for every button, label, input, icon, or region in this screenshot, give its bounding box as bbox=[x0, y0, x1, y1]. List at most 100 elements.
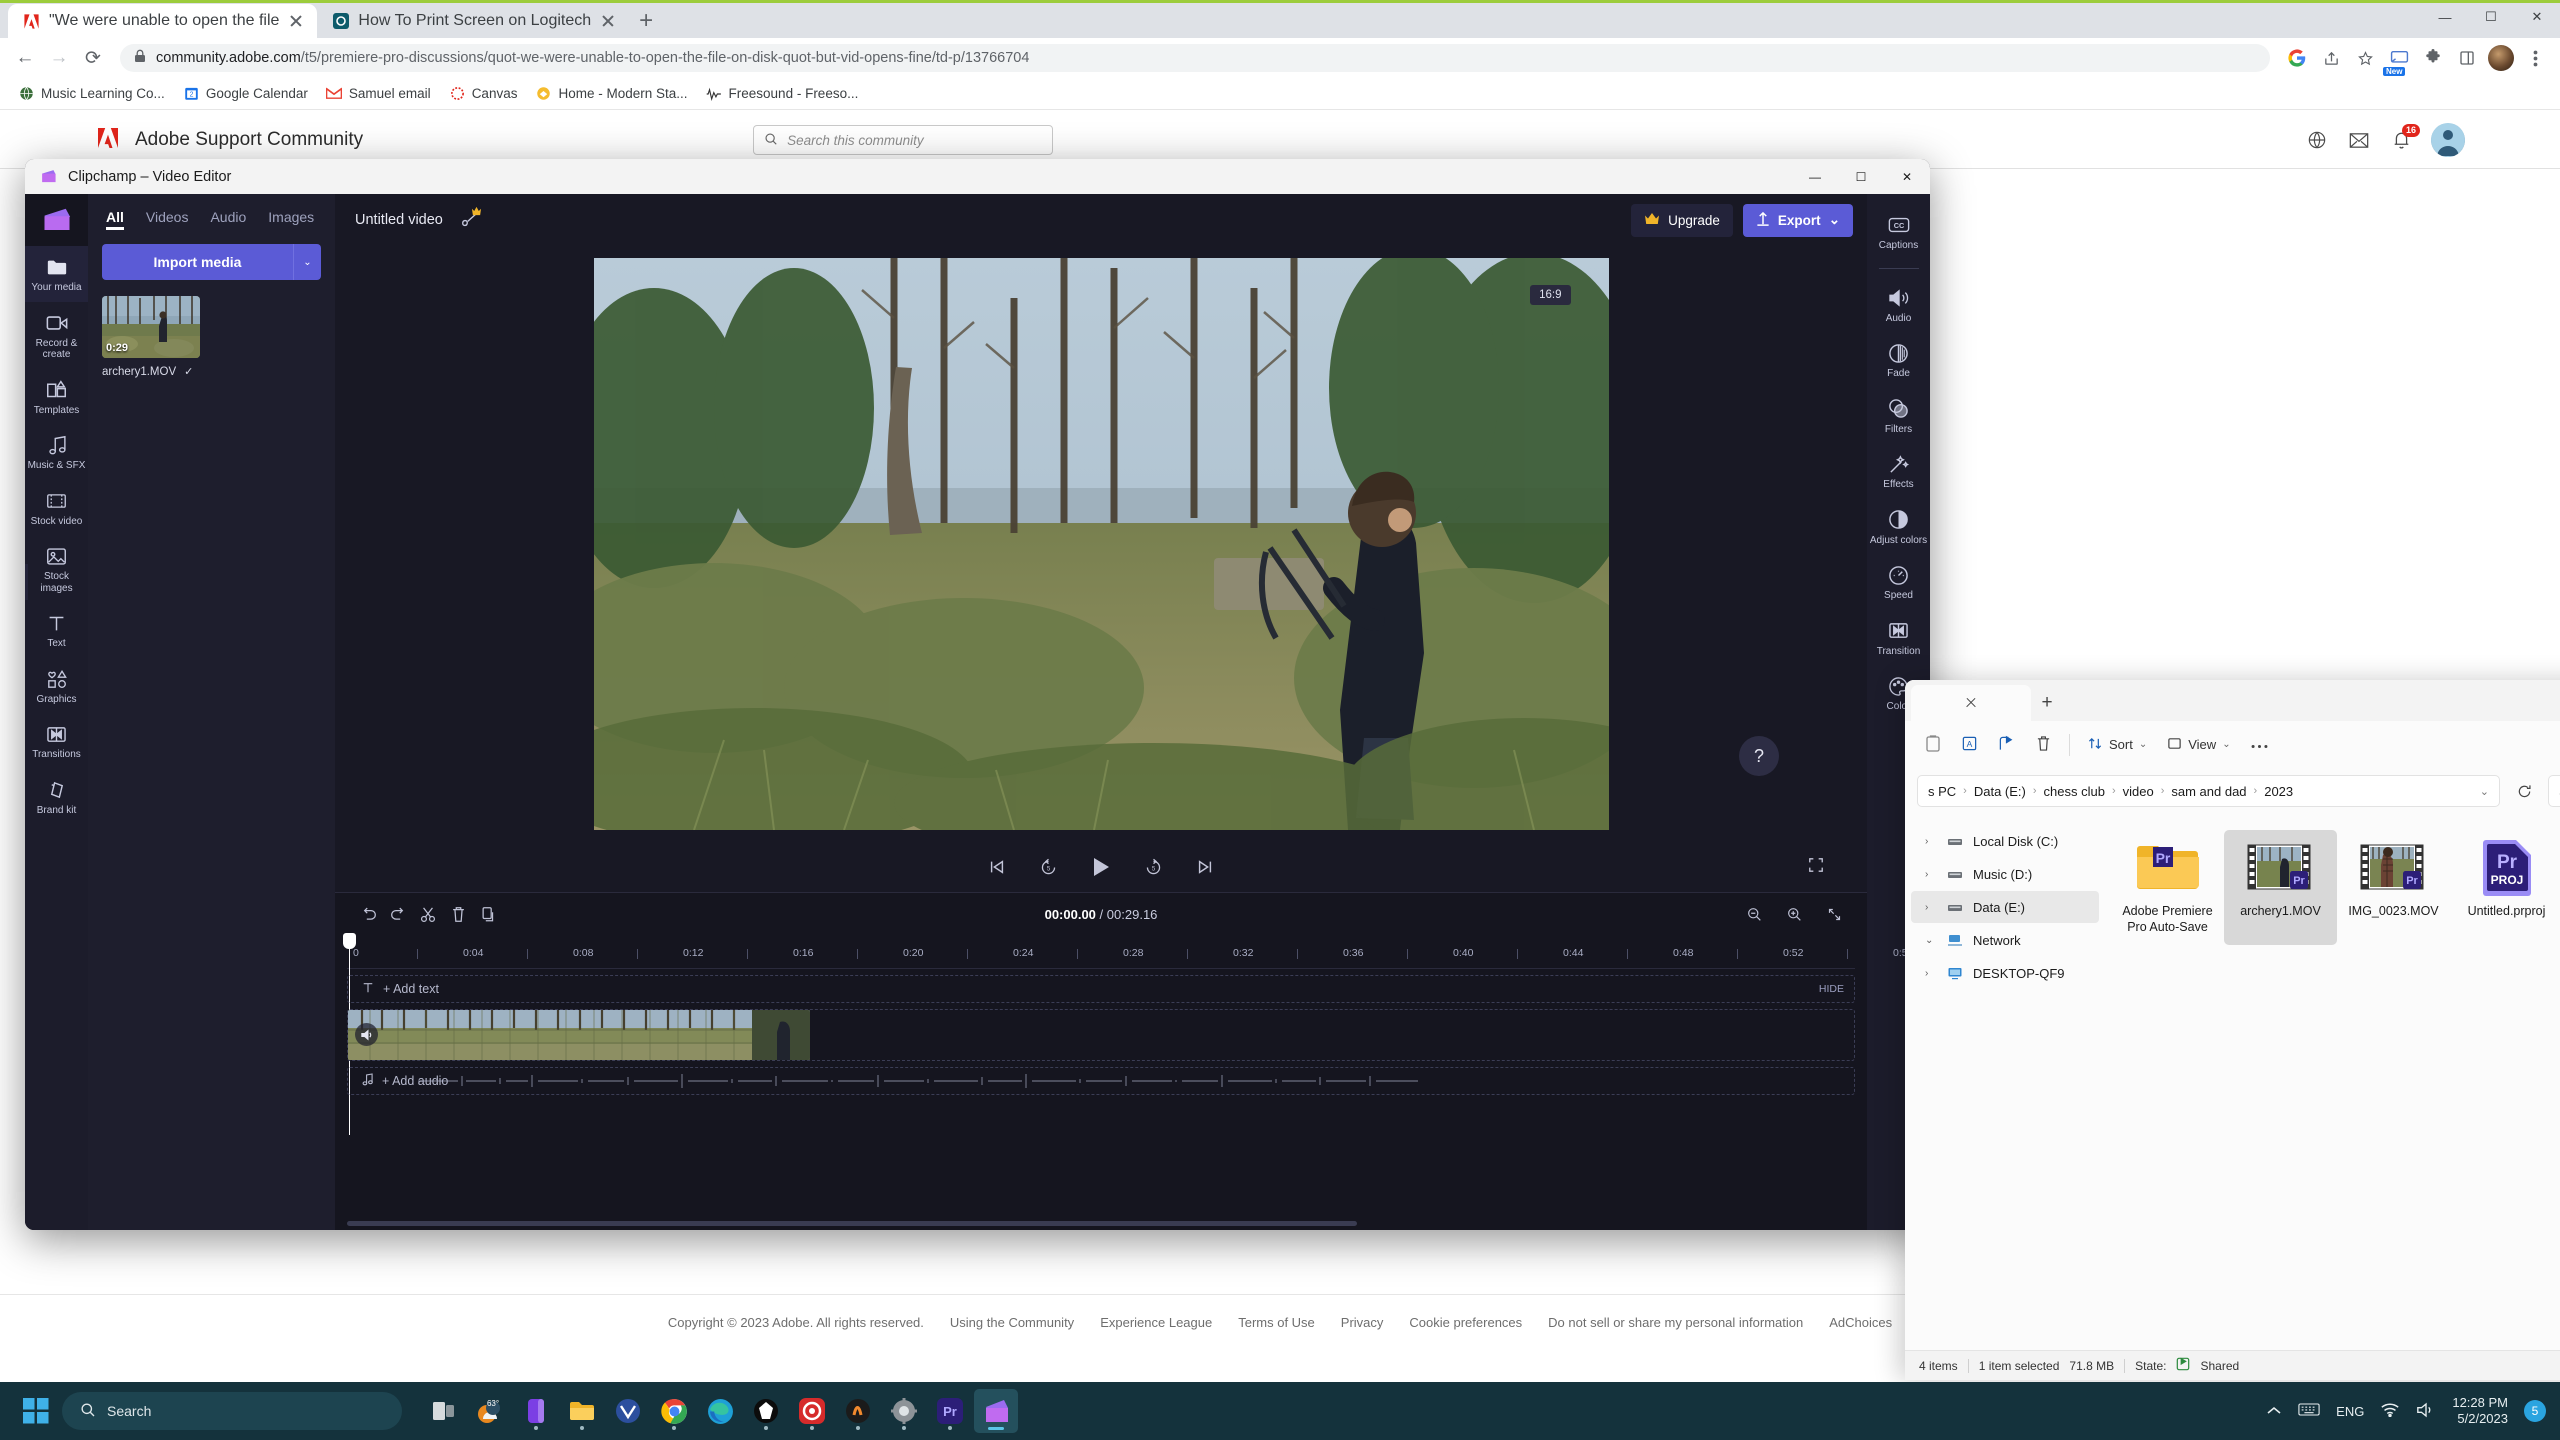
property-transition[interactable]: Transition bbox=[1867, 610, 1930, 666]
file-tile-archery1[interactable]: Pr archery1.MOV bbox=[2224, 830, 2337, 945]
export-button[interactable]: Export ⌄ bbox=[1743, 204, 1853, 237]
breadcrumb-segment[interactable]: Data (E:) bbox=[1974, 784, 2026, 799]
footer-link-experience-league[interactable]: Experience League bbox=[1100, 1315, 1212, 1330]
fullscreen-icon[interactable] bbox=[1808, 857, 1824, 878]
premiere-pro-icon[interactable]: Pr bbox=[928, 1389, 972, 1433]
explorer-tab[interactable] bbox=[1911, 685, 2031, 721]
share-icon[interactable] bbox=[2316, 43, 2346, 73]
windows-start-icon[interactable] bbox=[14, 1389, 58, 1433]
tab-audio[interactable]: Audio bbox=[210, 209, 246, 230]
weather-icon[interactable]: 63° bbox=[468, 1389, 512, 1433]
project-name[interactable]: Untitled video bbox=[355, 212, 443, 228]
redo-icon[interactable] bbox=[383, 899, 413, 929]
video-track[interactable] bbox=[347, 1009, 1855, 1061]
settings-gear-icon[interactable] bbox=[882, 1389, 926, 1433]
breadcrumb-segment[interactable]: s PC bbox=[1928, 784, 1956, 799]
sidebar-item-your-media[interactable]: Your media bbox=[25, 246, 88, 302]
profile-avatar[interactable] bbox=[2486, 43, 2516, 73]
forward-button[interactable]: → bbox=[44, 43, 74, 73]
property-audio[interactable]: Audio bbox=[1867, 277, 1930, 333]
refresh-button[interactable] bbox=[2508, 775, 2540, 807]
timeline-ruler[interactable]: 0 0:04 0:08 0:12 0:16 0:20 0:24 0:28 bbox=[347, 935, 1855, 969]
maximize-button[interactable]: ☐ bbox=[2468, 0, 2514, 34]
breadcrumb-segment[interactable]: sam and dad bbox=[2171, 784, 2246, 799]
volume-icon[interactable] bbox=[2416, 1402, 2436, 1421]
new-tab-button[interactable]: + bbox=[2031, 685, 2063, 721]
import-media-button[interactable]: Import media bbox=[102, 244, 293, 280]
forward-5-icon[interactable]: 5 bbox=[1144, 858, 1163, 877]
extensions-puzzle-icon[interactable] bbox=[2418, 43, 2448, 73]
property-adjust-colors[interactable]: Adjust colors bbox=[1867, 499, 1930, 555]
onenote-icon[interactable] bbox=[514, 1389, 558, 1433]
edge-icon[interactable] bbox=[698, 1389, 742, 1433]
sidebar-item-templates[interactable]: Templates bbox=[25, 369, 88, 425]
property-effects[interactable]: Effects bbox=[1867, 443, 1930, 499]
bookmark-item[interactable]: Music Learning Co... bbox=[10, 82, 173, 105]
property-captions[interactable]: CC Captions bbox=[1867, 204, 1930, 260]
bookmark-star-icon[interactable] bbox=[2350, 43, 2380, 73]
play-icon[interactable] bbox=[1091, 856, 1111, 878]
skip-start-icon[interactable] bbox=[988, 858, 1006, 876]
browser-tab-active[interactable]: "We were unable to open the file bbox=[8, 4, 317, 38]
nav-item-data-e[interactable]: › Data (E:) bbox=[1911, 891, 2099, 923]
new-tab-button[interactable]: + bbox=[629, 4, 663, 38]
adobe-brand[interactable]: Adobe Support Community bbox=[95, 126, 363, 155]
breadcrumb-segment[interactable]: chess club bbox=[2044, 784, 2105, 799]
duplicate-icon[interactable] bbox=[473, 899, 503, 929]
property-fade[interactable]: Fade bbox=[1867, 332, 1930, 388]
hide-track-button[interactable]: HIDE bbox=[1819, 983, 1844, 995]
chevron-right-icon[interactable]: › bbox=[1925, 869, 1937, 880]
minimize-button[interactable]: — bbox=[1792, 159, 1838, 194]
footer-link-do-not-sell[interactable]: Do not sell or share my personal informa… bbox=[1548, 1315, 1803, 1330]
property-speed[interactable]: Speed bbox=[1867, 554, 1930, 610]
search-input[interactable]: Search bbox=[2548, 775, 2560, 807]
breadcrumb[interactable]: s PC › Data (E:) › chess club › video › … bbox=[1917, 775, 2500, 807]
media-thumbnail[interactable]: 0:29 bbox=[102, 296, 200, 358]
user-avatar[interactable] bbox=[2431, 123, 2465, 157]
footer-link-privacy[interactable]: Privacy bbox=[1341, 1315, 1384, 1330]
sidebar-item-stock-video[interactable]: Stock video bbox=[25, 480, 88, 536]
bookmark-item[interactable]: Canvas bbox=[441, 82, 526, 105]
bookmark-item[interactable]: Home - Modern Sta... bbox=[527, 82, 695, 105]
chevron-down-icon[interactable]: ⌄ bbox=[1925, 935, 1937, 946]
reload-button[interactable]: ⟳ bbox=[78, 43, 108, 73]
panel-collapse-button[interactable]: ‹ bbox=[25, 564, 28, 600]
zoom-in-icon[interactable] bbox=[1779, 899, 1809, 929]
chrome-menu-icon[interactable] bbox=[2520, 43, 2550, 73]
back-button[interactable]: ← bbox=[10, 43, 40, 73]
close-icon[interactable] bbox=[287, 12, 305, 30]
tab-images[interactable]: Images bbox=[268, 209, 314, 230]
nav-item-network[interactable]: ⌄ Network bbox=[1911, 924, 2099, 956]
brush-crown-icon[interactable] bbox=[457, 207, 483, 233]
tab-all[interactable]: All bbox=[106, 209, 124, 230]
chevron-up-icon[interactable] bbox=[2266, 1404, 2282, 1419]
file-tile-img-0023[interactable]: Pr IMG_0023.MOV bbox=[2337, 830, 2450, 945]
task-view-icon[interactable] bbox=[422, 1389, 466, 1433]
google-icon[interactable] bbox=[2282, 43, 2312, 73]
footer-link-using-community[interactable]: Using the Community bbox=[950, 1315, 1074, 1330]
view-button[interactable]: View ⌄ bbox=[2159, 729, 2238, 761]
sidebar-item-stock-images[interactable]: Stock images bbox=[25, 535, 88, 602]
skip-end-icon[interactable] bbox=[1196, 858, 1214, 876]
aspect-ratio-badge[interactable]: 16:9 bbox=[1530, 285, 1570, 305]
close-icon[interactable] bbox=[1963, 695, 1979, 711]
bookmark-item[interactable]: Samuel email bbox=[318, 82, 439, 105]
text-track[interactable]: + Add text HIDE bbox=[347, 975, 1855, 1003]
notification-badge[interactable]: 5 bbox=[2524, 1400, 2546, 1422]
screencast-new-icon[interactable]: New bbox=[2384, 43, 2414, 73]
folder-icon[interactable] bbox=[560, 1389, 604, 1433]
rename-button[interactable]: A bbox=[1953, 729, 1986, 761]
clipchamp-icon[interactable] bbox=[974, 1389, 1018, 1433]
sidebar-item-transitions[interactable]: Transitions bbox=[25, 713, 88, 769]
close-button[interactable]: ✕ bbox=[2514, 0, 2560, 34]
tab-videos[interactable]: Videos bbox=[146, 209, 189, 230]
vivaldi-icon[interactable] bbox=[606, 1389, 650, 1433]
nav-item-music-d[interactable]: › Music (D:) bbox=[1911, 858, 2099, 890]
sidebar-item-record-create[interactable]: Record & create bbox=[25, 302, 88, 369]
zoom-out-icon[interactable] bbox=[1739, 899, 1769, 929]
clock[interactable]: 12:28 PM 5/2/2023 bbox=[2452, 1395, 2508, 1428]
undo-icon[interactable] bbox=[353, 899, 383, 929]
sidebar-item-music-sfx[interactable]: Music & SFX bbox=[25, 424, 88, 480]
community-search-input[interactable]: Search this community bbox=[753, 125, 1053, 155]
delete-trash-icon[interactable] bbox=[443, 899, 473, 929]
